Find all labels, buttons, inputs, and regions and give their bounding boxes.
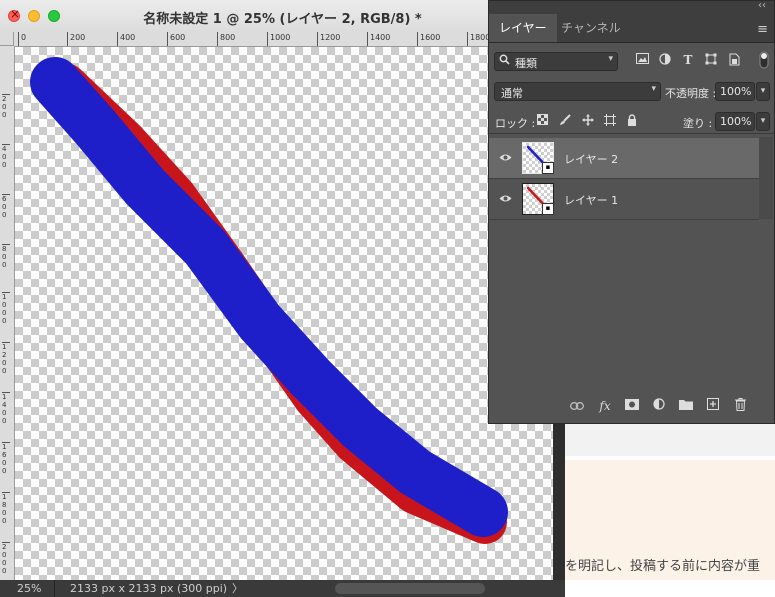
ruler-tick-label: 8 0 0 <box>2 244 10 269</box>
opacity-label: 不透明度 : <box>665 87 717 100</box>
ruler-tick-label: 4 0 0 <box>2 144 10 169</box>
document-info: 2133 px x 2133 px (300 ppi) <box>70 582 228 595</box>
panel-menu-icon[interactable]: ≡ <box>757 22 768 37</box>
ruler-tick-label: 400 <box>117 32 135 46</box>
blend-mode-select[interactable]: 通常 ▾ <box>494 82 661 101</box>
layer-thumbnail: ▪ <box>522 142 554 174</box>
smartobject-filter-icon[interactable] <box>727 53 741 67</box>
lock-row: ロック : 塗り : 100% ▾ <box>489 109 774 134</box>
document-window: 名称未設定 1 @ 25% (レイヤー 2, RGB/8) * 0 200 40… <box>0 0 565 597</box>
panel-tabs: レイヤー チャンネル ≡ <box>489 14 774 43</box>
ruler-tick-label: 1 8 0 0 <box>2 492 10 525</box>
document-title: 名称未設定 1 @ 25% (レイヤー 2, RGB/8) * <box>143 12 422 27</box>
layers-panel: ‹‹ レイヤー チャンネル ≡ 種類 ▾ T 通常 ▾ 不透明度 : 100% … <box>488 0 775 424</box>
opacity-dropdown-button[interactable]: ▾ <box>756 82 770 101</box>
status-bar: 25% 2133 px x 2133 px (300 ppi) 〉 <box>0 580 565 597</box>
blend-mode-value: 通常 <box>501 87 523 100</box>
mask-icon[interactable] <box>624 398 640 414</box>
eye-icon[interactable] <box>499 151 512 165</box>
horizontal-scrollbar-thumb[interactable] <box>335 583 485 594</box>
horizontal-ruler[interactable]: 0 200 400 600 800 1000 1200 1400 1600 18… <box>14 32 565 47</box>
ruler-tick-label: 2 0 0 <box>2 94 10 119</box>
ruler-tick-label: 1400 <box>367 32 390 46</box>
smart-object-badge-icon: ▪ <box>542 203 554 215</box>
type-filter-icon[interactable]: T <box>681 53 695 67</box>
panel-header-bar: ‹‹ <box>489 0 774 14</box>
ruler-tick-label: 1200 <box>317 32 340 46</box>
title-bar[interactable]: 名称未設定 1 @ 25% (レイヤー 2, RGB/8) * <box>0 0 565 33</box>
ruler-tick-label: 1 0 0 0 <box>2 292 10 325</box>
trash-icon[interactable] <box>732 398 748 414</box>
ruler-tick-label: 1 4 0 0 <box>2 392 10 425</box>
opacity-value: 100% <box>720 85 752 98</box>
panel-footer: fx <box>489 392 774 422</box>
ruler-tick-label: 1000 <box>267 32 290 46</box>
collapse-panel-icon[interactable]: ‹‹ <box>758 0 766 11</box>
fill-dropdown-button[interactable]: ▾ <box>756 112 770 131</box>
fill-field[interactable]: 100% <box>715 112 755 131</box>
background-page-text: を明記し、投稿する前に内容が重 <box>565 559 761 574</box>
background-webpage: を明記し、投稿する前に内容が重 <box>565 424 775 597</box>
ruler-tick-label: 1600 <box>417 32 440 46</box>
status-menu-arrow[interactable]: 〉 <box>232 580 243 597</box>
ruler-tick-label: 800 <box>217 32 235 46</box>
adjustment-filter-icon[interactable] <box>658 53 672 67</box>
ruler-tick-label: 600 <box>167 32 185 46</box>
layer-row-2[interactable]: ▪ レイヤー 2 <box>489 138 759 179</box>
zoom-level[interactable]: 25% <box>0 580 55 597</box>
chevron-down-icon: ▾ <box>651 84 656 94</box>
ruler-tick-label: 6 0 0 <box>2 194 10 219</box>
ruler-tick-label: 2 0 0 0 <box>2 542 10 575</box>
blue-brush-stroke <box>30 57 508 537</box>
tab-layers[interactable]: レイヤー <box>489 14 557 42</box>
lock-all-icon[interactable] <box>625 114 639 128</box>
layers-list-scrollbar[interactable] <box>759 137 773 219</box>
fx-icon[interactable]: fx <box>597 398 613 414</box>
layer-name[interactable]: レイヤー 1 <box>564 192 618 208</box>
chevron-down-icon: ▾ <box>608 54 613 64</box>
tab-channels[interactable]: チャンネル <box>551 14 631 42</box>
lock-transparency-icon[interactable] <box>535 114 549 128</box>
layer-thumbnail: ▪ <box>522 183 554 215</box>
background-band <box>565 424 775 456</box>
image-filter-icon[interactable] <box>635 53 649 67</box>
ruler-tick-label: 200 <box>67 32 85 46</box>
folder-icon[interactable] <box>678 398 694 414</box>
blend-row: 通常 ▾ 不透明度 : 100% ▾ <box>489 80 774 102</box>
new-layer-icon[interactable] <box>705 398 721 414</box>
background-band-peach: を明記し、投稿する前に内容が重 <box>565 460 775 580</box>
ruler-origin[interactable] <box>0 32 14 46</box>
search-icon <box>499 54 510 68</box>
lock-artboard-icon[interactable] <box>603 114 617 128</box>
ruler-tick-label: 1 6 0 0 <box>2 442 10 475</box>
fill-value: 100% <box>720 115 752 128</box>
lock-pixels-brush-icon[interactable] <box>558 114 572 128</box>
layer-row-1[interactable]: ▪ レイヤー 1 <box>489 179 759 220</box>
ruler-tick-label: 1 2 0 0 <box>2 342 10 375</box>
filter-kind-select[interactable]: 種類 ▾ <box>494 52 618 71</box>
lock-label: ロック : <box>495 117 536 130</box>
canvas-artwork <box>30 57 508 544</box>
lock-position-move-icon[interactable] <box>581 114 595 128</box>
canvas[interactable] <box>15 47 553 580</box>
shape-filter-icon[interactable] <box>704 53 718 67</box>
fill-label: 塗り : <box>683 117 713 130</box>
filter-toggle-icon[interactable] <box>757 51 771 69</box>
smart-object-badge-icon: ▪ <box>542 162 554 174</box>
ruler-tick-label: 0 <box>18 32 26 46</box>
opacity-field[interactable]: 100% <box>715 82 755 101</box>
layer-name[interactable]: レイヤー 2 <box>564 151 618 167</box>
ruler-tick-label: 1800 <box>467 32 490 46</box>
vertical-ruler[interactable]: 2 0 0 4 0 0 6 0 0 8 0 0 1 0 0 0 1 2 0 0 … <box>0 46 15 580</box>
link-icon[interactable] <box>569 398 585 414</box>
adjustment-icon[interactable] <box>651 398 667 414</box>
eye-icon[interactable] <box>499 192 512 206</box>
filter-kind-label: 種類 <box>515 57 537 70</box>
